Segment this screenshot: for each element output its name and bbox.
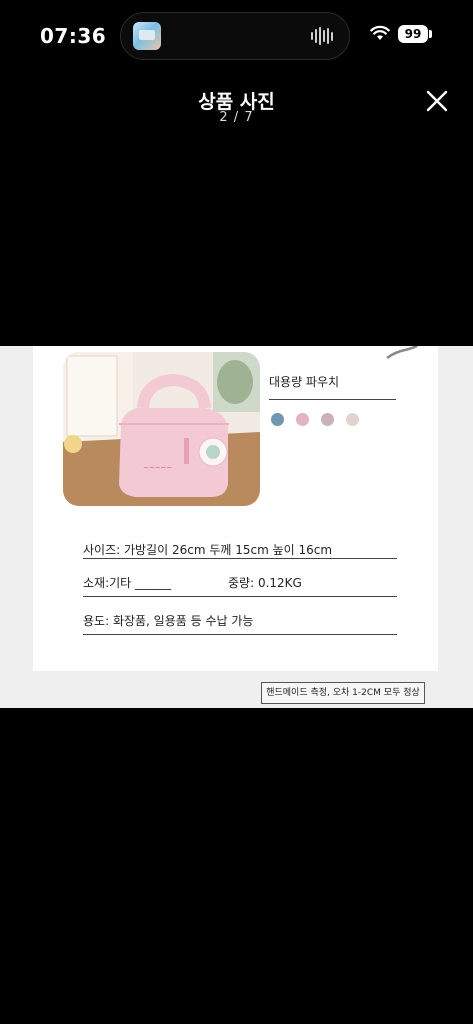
- battery-cap: [429, 30, 432, 38]
- measurement-note: 핸드메이드 측정, 오차 1-2CM 모두 정상: [261, 682, 425, 704]
- battery-level: 99: [404, 27, 422, 41]
- status-time: 07:36: [40, 24, 107, 48]
- spec-usage: 용도: 화장품, 일용품 등 수납 가능: [83, 614, 254, 628]
- spec-weight: 중량: 0.12KG: [228, 576, 302, 590]
- app-thumbnail-icon[interactable]: [133, 22, 161, 50]
- close-icon[interactable]: [424, 88, 450, 114]
- color-swatch-blue: [271, 413, 284, 426]
- decorative-stroke: [386, 346, 418, 360]
- product-name-divider: [269, 399, 396, 400]
- product-image[interactable]: ~~~~~ 대용량 파우치 사이즈: 가방길이 26cm 두께 15cm 높이 …: [0, 346, 473, 708]
- product-name: 대용량 파우치: [269, 375, 340, 389]
- spec-divider: [83, 596, 397, 597]
- dynamic-island[interactable]: [120, 12, 350, 60]
- color-swatch-mauve: [321, 413, 334, 426]
- product-photo: ~~~~~: [63, 352, 260, 506]
- wifi-icon: [370, 25, 390, 40]
- status-bar: 07:36 99: [0, 0, 473, 72]
- spec-divider: [83, 634, 397, 635]
- spec-material: 소재:기타 ______: [83, 576, 172, 590]
- spec-size: 사이즈: 가방길이 26cm 두께 15cm 높이 16cm: [83, 543, 333, 557]
- page-counter: 2 / 7: [219, 110, 254, 125]
- svg-text:~~~~~: ~~~~~: [143, 464, 172, 472]
- battery-icon: 99: [398, 25, 428, 43]
- color-swatch-pink: [296, 413, 309, 426]
- pouch-illustration: ~~~~~: [63, 352, 260, 506]
- audio-waveform-icon: [311, 26, 335, 46]
- product-info-card: ~~~~~ 대용량 파우치 사이즈: 가방길이 26cm 두께 15cm 높이 …: [33, 346, 438, 671]
- color-swatch-beige: [346, 413, 359, 426]
- spec-divider: [83, 558, 397, 559]
